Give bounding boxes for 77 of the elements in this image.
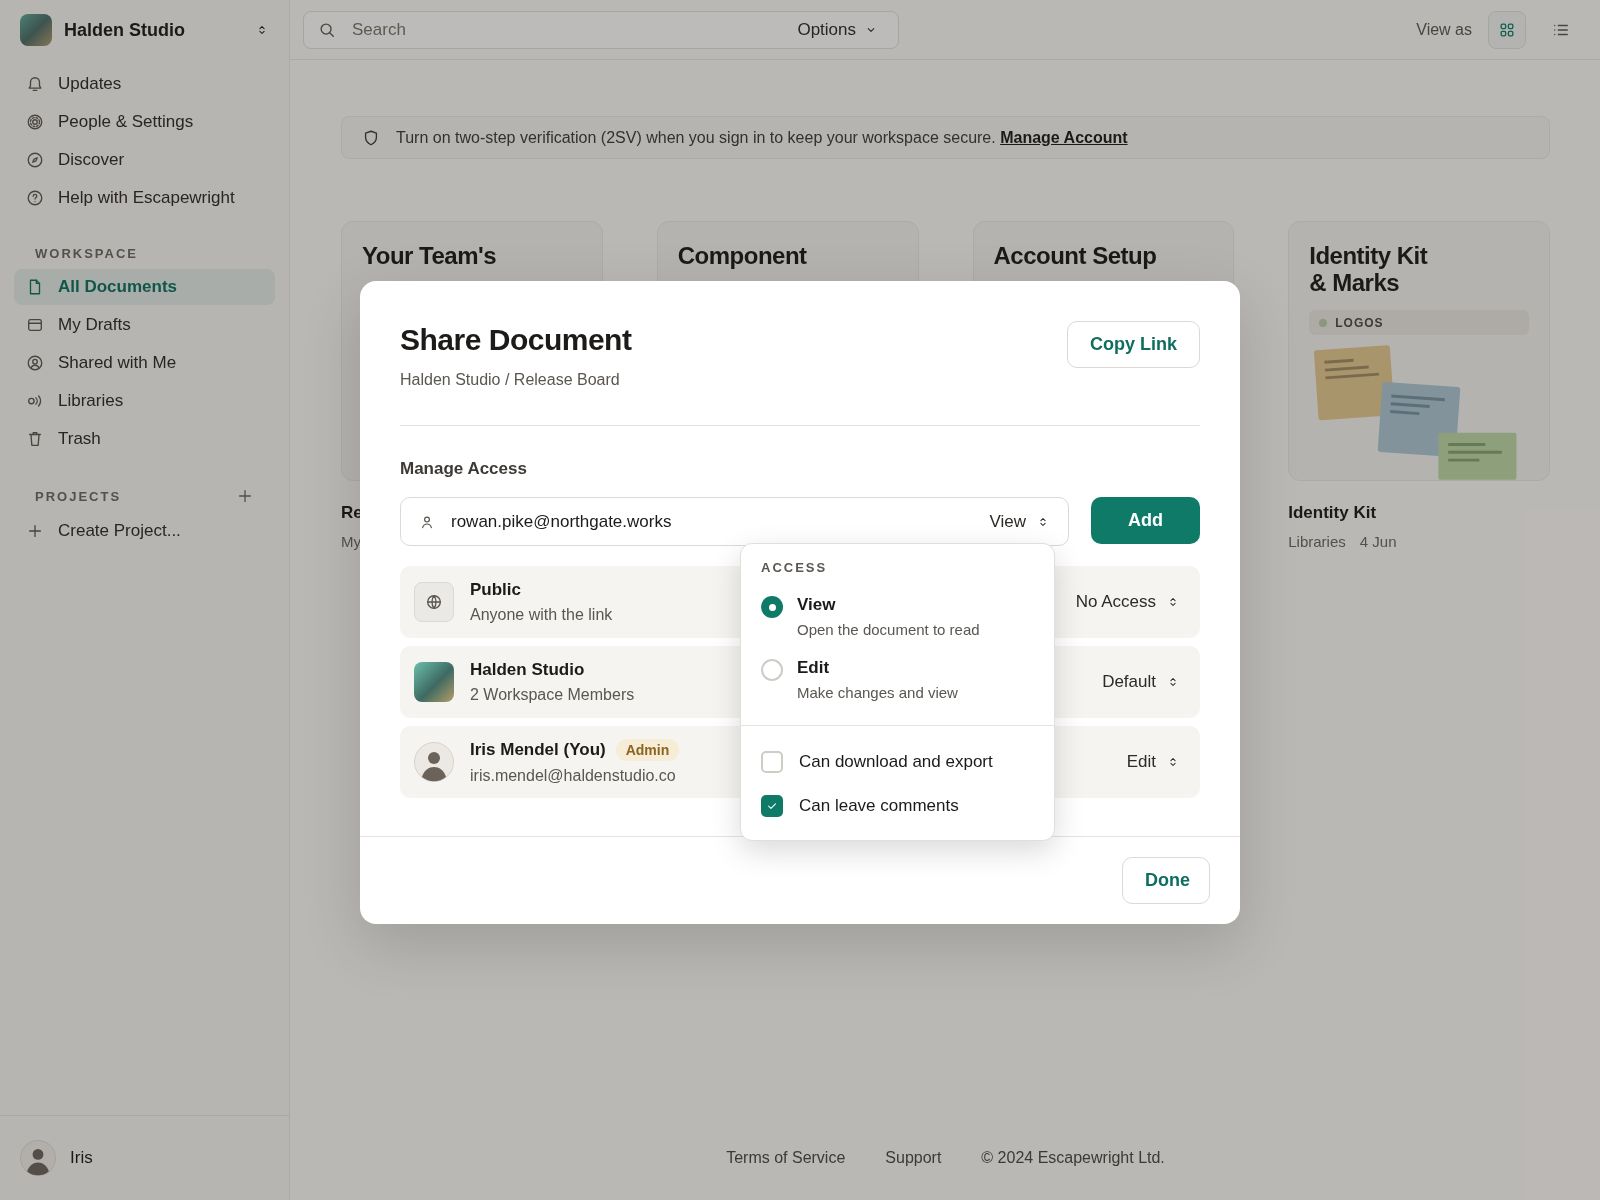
done-button[interactable]: Done — [1122, 857, 1210, 904]
section-label: Manage Access — [400, 459, 528, 479]
checkbox[interactable] — [761, 795, 783, 817]
role-badge: Admin — [615, 739, 680, 761]
dialog-title: Share Document — [400, 323, 632, 357]
user-avatar — [20, 1140, 56, 1176]
nav-item[interactable]: People & Settings — [14, 104, 275, 140]
radio-button[interactable] — [761, 659, 783, 681]
plus-icon — [26, 522, 44, 540]
member-name: Public — [470, 580, 521, 600]
access-option[interactable]: Edit Make changes and view — [741, 646, 1054, 709]
footer-link[interactable]: Terms of Service — [726, 1149, 846, 1167]
menu-heading: ACCESS — [760, 559, 829, 577]
shield-icon — [362, 128, 380, 147]
workspace-logo — [414, 662, 454, 702]
radio-button[interactable] — [761, 596, 783, 618]
options-dropdown[interactable]: Options — [791, 18, 884, 41]
footer-link[interactable]: Support — [885, 1149, 942, 1167]
permission-option[interactable]: Can leave comments — [741, 784, 1054, 828]
breadcrumb: Halden Studio / Release Board — [400, 371, 621, 389]
copy-link-button[interactable]: Copy Link — [1067, 321, 1200, 368]
checkbox[interactable] — [761, 751, 783, 773]
view-as-label: View as — [1416, 20, 1472, 39]
permission-option[interactable]: Can download and export — [741, 740, 1054, 784]
access-option[interactable]: View Open the document to read — [741, 583, 1054, 646]
member-name: Halden Studio — [470, 660, 585, 680]
document-card[interactable]: Identity Kit & Marks LOGOS — [1288, 221, 1550, 481]
member-detail: Anyone with the link — [470, 606, 613, 624]
email-field[interactable]: rowan.pike@northgate.works View — [400, 497, 1069, 546]
workspace-logo — [20, 14, 52, 46]
user-circle-icon — [26, 354, 44, 372]
manage-account-link[interactable]: Manage Account — [1000, 128, 1128, 146]
help-icon — [26, 189, 44, 207]
grid-view-button[interactable] — [1488, 10, 1526, 49]
search-field[interactable]: Search Options — [303, 10, 899, 49]
member-detail: iris.mendel@haldenstudio.co — [470, 767, 676, 785]
card-title: Component — [677, 242, 808, 269]
nav-item[interactable]: Updates — [14, 66, 275, 102]
nav-item[interactable]: Discover — [14, 142, 275, 178]
section-heading: WORKSPACE — [35, 246, 138, 261]
banner-text: Turn on two-step verification (2SV) when you sign in to keep your workspace secure. Manage Account — [396, 128, 1128, 147]
member-detail: 2 Workspace Members — [470, 686, 635, 704]
card-title: Identity Kit — [1309, 242, 1429, 269]
nav-item[interactable]: All Documents — [14, 269, 275, 305]
card-meta: Libraries — [1288, 533, 1346, 550]
nav-item[interactable]: Libraries — [14, 383, 275, 419]
bell-icon — [26, 75, 44, 93]
trash-icon — [26, 430, 44, 448]
role-dropdown[interactable]: View — [989, 511, 1050, 532]
access-dropdown[interactable]: Default — [1102, 672, 1180, 692]
copyright-text: © 2024 Escapewright Ltd. — [981, 1149, 1165, 1167]
member-avatar — [414, 742, 454, 782]
card-title: Account Setup — [993, 242, 1158, 269]
grid-icon — [1498, 20, 1516, 39]
card-tag: LOGOS — [1309, 310, 1529, 336]
settings-icon — [26, 113, 44, 131]
nav-item[interactable]: Shared with Me — [14, 345, 275, 381]
add-button[interactable]: Add — [1091, 497, 1200, 544]
access-dropdown[interactable]: Edit — [1126, 752, 1180, 772]
drafts-icon — [26, 316, 44, 334]
card-name: Identity Kit — [1288, 503, 1377, 523]
card-title: Your Team's — [362, 242, 498, 269]
user-name[interactable]: Iris — [70, 1148, 93, 1168]
card-title: & Marks — [1309, 269, 1401, 296]
compass-icon — [26, 151, 44, 169]
section-heading: PROJECTS — [35, 488, 122, 504]
nav-item[interactable]: Help with Escapewright — [14, 180, 275, 216]
access-dropdown[interactable]: No Access — [1075, 592, 1180, 612]
workspace-name[interactable]: Halden Studio — [64, 19, 243, 41]
plus-icon — [236, 487, 254, 505]
library-icon — [26, 392, 44, 410]
nav-item[interactable]: Create Project... — [14, 513, 275, 549]
card-meta: My — [341, 533, 361, 550]
card-meta: 4 Jun — [1359, 533, 1397, 550]
member-name: Iris Mendel (You) — [470, 740, 606, 760]
nav-item[interactable]: My Drafts — [14, 307, 275, 343]
nav-item[interactable]: Trash — [14, 421, 275, 457]
